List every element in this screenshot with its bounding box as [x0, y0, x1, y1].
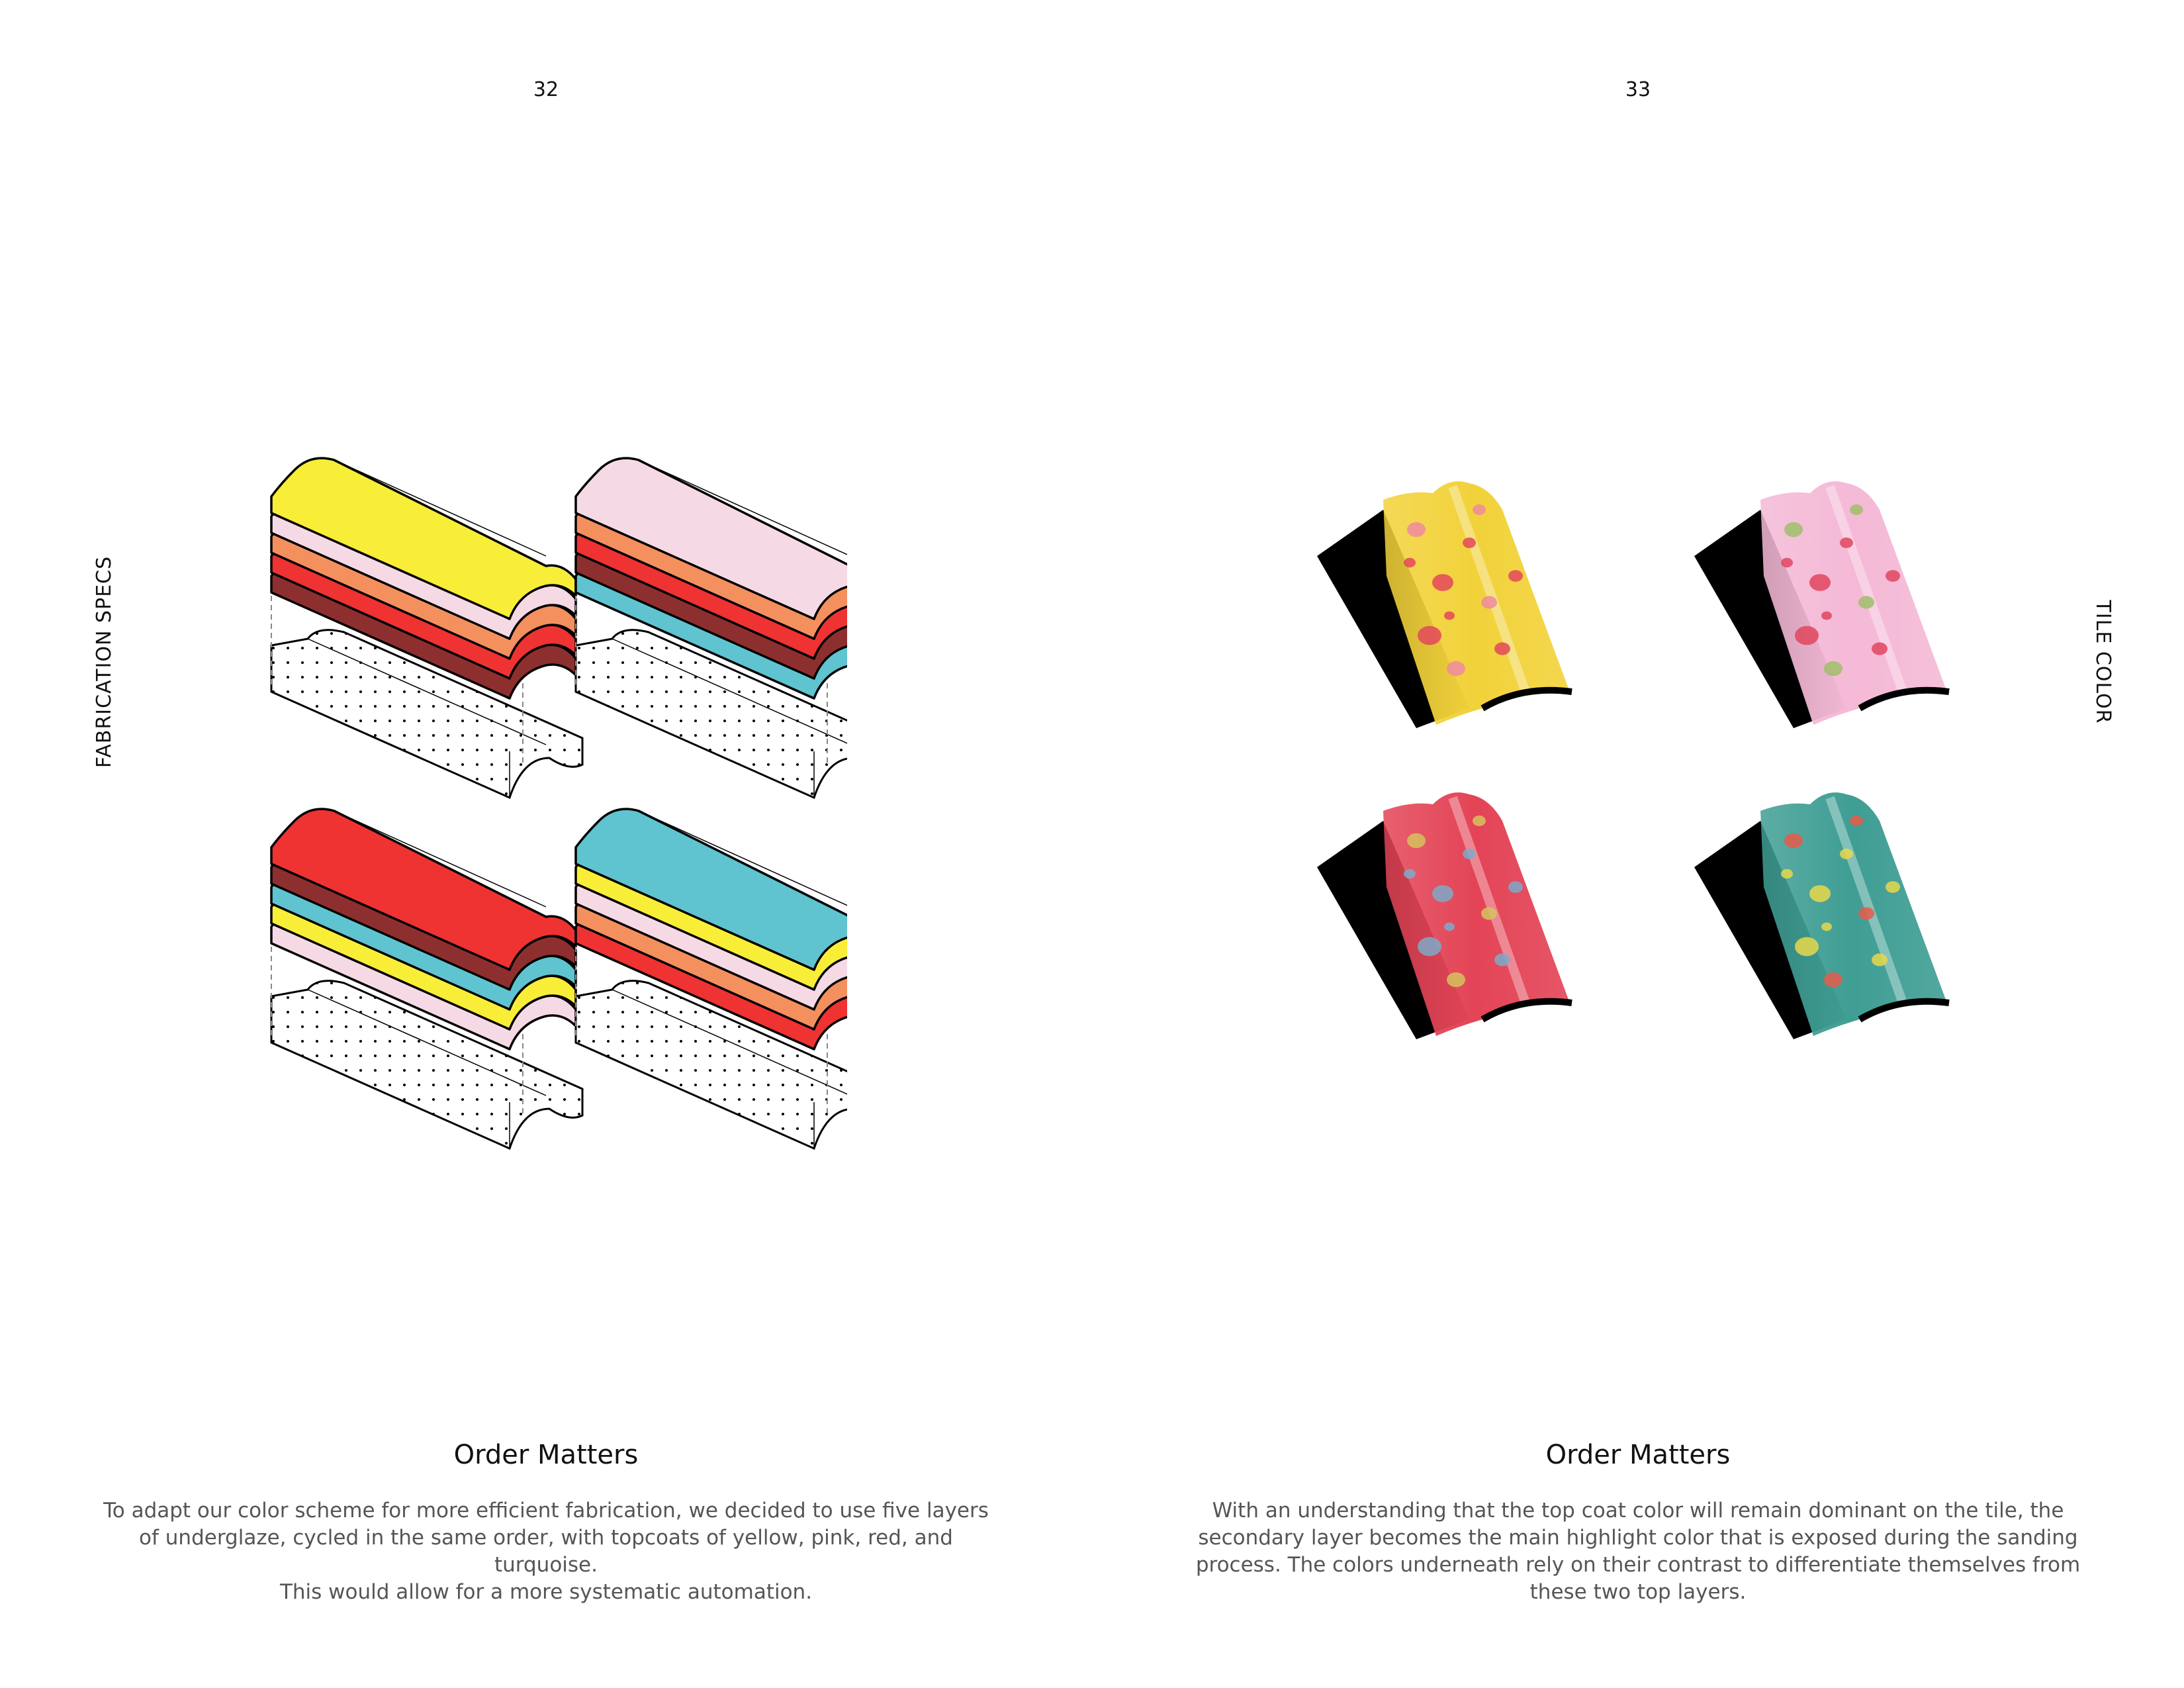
layer-stack-1 [270, 457, 584, 800]
right-body-line-3: process. The colors underneath rely on t… [1195, 1553, 2081, 1577]
right-body-line-1: With an understanding that the top coat … [1212, 1499, 2064, 1523]
left-section-title: Order Matters [453, 1440, 639, 1470]
right-body-line-2: secondary layer becomes the main highlig… [1198, 1526, 2078, 1550]
layer-stack-4 [574, 808, 847, 1150]
layer-stack-3 [270, 808, 584, 1150]
side-label-fabrication-specs: FABRICATION SPECS [93, 555, 116, 769]
right-body-line-4: these two top layers. [1529, 1580, 1747, 1604]
left-body-line-2: of underglaze, cycled in the same order,… [139, 1526, 953, 1577]
tile-color-photos [1317, 481, 1950, 1039]
layer-stack-2 [574, 457, 847, 800]
left-body-line-1: To adapt our color scheme for more effic… [103, 1499, 989, 1523]
page-number-right: 33 [1625, 78, 1651, 101]
yellow-tile [1317, 481, 1572, 728]
pink-tile [1694, 481, 1950, 728]
red-tile [1317, 792, 1572, 1039]
side-label-tile-color: TILE COLOR [2091, 600, 2115, 724]
left-body-line-3: This would allow for a more systematic a… [279, 1580, 813, 1604]
page-number-left: 32 [533, 78, 559, 101]
right-section-title: Order Matters [1545, 1440, 1731, 1470]
turquoise-tile [1694, 792, 1950, 1039]
right-body-text: With an understanding that the top coat … [1181, 1497, 2095, 1606]
layer-stack-diagrams [270, 457, 847, 1150]
left-body-text: To adapt our color scheme for more effic… [89, 1497, 1003, 1606]
